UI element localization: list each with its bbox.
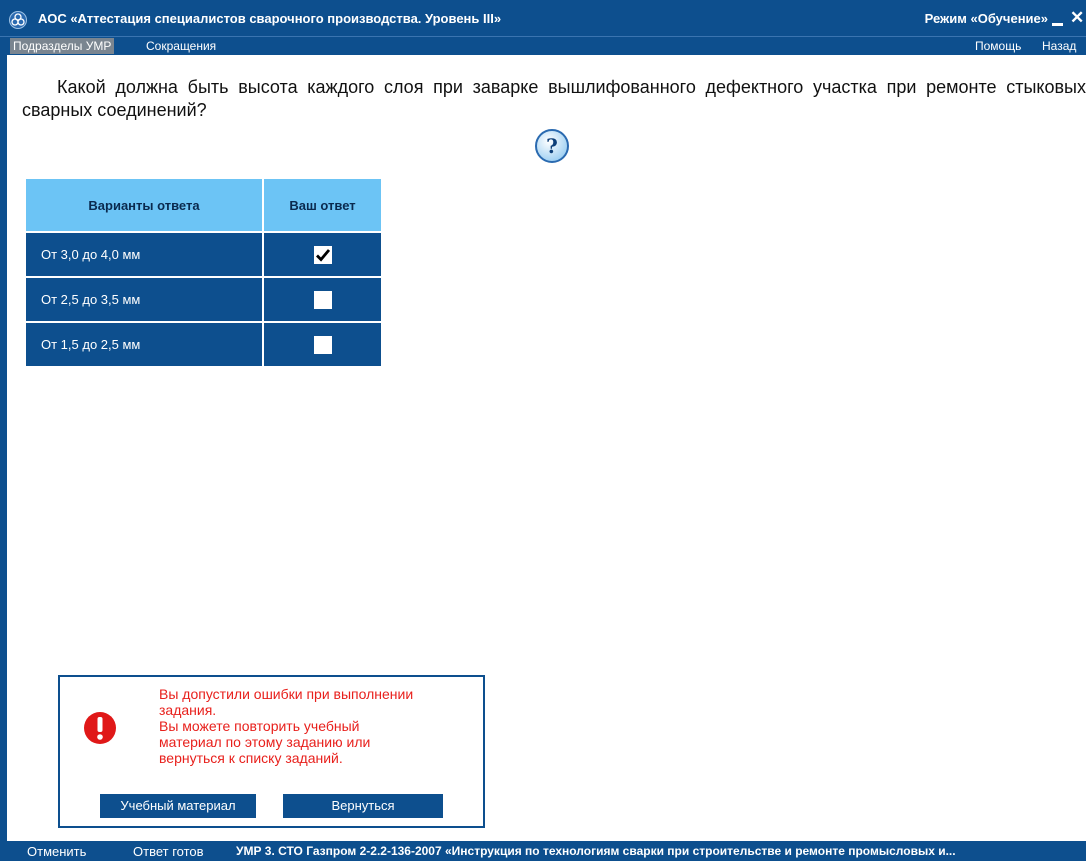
window-title: АОС «Аттестация специалистов сварочного … — [38, 11, 502, 26]
status-bar: Отменить Ответ готов УМР 3. СТО Газпром … — [0, 841, 1086, 861]
menu-bar: Подразделы УМР Сокращения Помощь Назад — [0, 36, 1086, 55]
close-icon[interactable]: ✕ — [1070, 9, 1086, 27]
question-text: Какой должна быть высота каждого слоя пр… — [22, 77, 1086, 120]
checkmark-icon — [315, 248, 330, 262]
answer-option-label: От 1,5 до 2,5 мм — [26, 321, 264, 366]
column-header-options: Варианты ответа — [26, 179, 264, 231]
answers-table: Варианты ответа Ваш ответ От 3,0 до 4,0 … — [26, 179, 381, 366]
error-message-line: Вы допустили ошибки при выполнении — [159, 686, 414, 702]
return-button[interactable]: Вернуться — [283, 794, 443, 818]
table-row: От 1,5 до 2,5 мм — [26, 321, 381, 366]
title-bar: АОС «Аттестация специалистов сварочного … — [0, 0, 1086, 36]
table-row: От 3,0 до 4,0 мм — [26, 231, 381, 276]
svg-text:?: ? — [546, 134, 558, 158]
answer-checkbox[interactable] — [313, 335, 332, 354]
status-info-text: УМР 3. СТО Газпром 2-2.2-136-2007 «Инстр… — [236, 844, 956, 858]
exclamation-icon — [83, 711, 117, 745]
cancel-button[interactable]: Отменить — [27, 844, 86, 859]
error-message-line: материал по этому заданию или — [159, 734, 371, 750]
answer-option-label: От 3,0 до 4,0 мм — [26, 231, 264, 276]
error-message-line: Вы можете повторить учебный — [159, 718, 360, 734]
answer-checkbox-checked[interactable] — [313, 245, 332, 264]
menu-item-umr-sections[interactable]: Подразделы УМР — [10, 38, 115, 54]
error-message-line: задания. — [159, 702, 217, 718]
menu-item-back[interactable]: Назад — [1039, 38, 1079, 54]
question-mark-icon[interactable]: ? — [534, 128, 570, 164]
study-material-button[interactable]: Учебный материал — [100, 794, 256, 818]
table-row: От 2,5 до 3,5 мм — [26, 276, 381, 321]
answer-cell — [264, 321, 381, 366]
error-dialog: Вы допустили ошибки при выполнении задан… — [58, 675, 485, 828]
mode-label: Режим «Обучение» — [924, 11, 1048, 26]
menu-item-abbreviations[interactable]: Сокращения — [143, 38, 219, 54]
minimize-icon[interactable] — [1050, 11, 1064, 27]
error-message-line: вернуться к списку заданий. — [159, 750, 343, 766]
error-message: Вы допустили ошибки при выполнении задан… — [159, 686, 469, 766]
column-header-your-answer: Ваш ответ — [264, 179, 381, 231]
answer-checkbox[interactable] — [313, 290, 332, 309]
answer-cell — [264, 231, 381, 276]
app-logo-icon — [9, 11, 27, 29]
answer-ready-button[interactable]: Ответ готов — [133, 844, 204, 859]
menu-item-help[interactable]: Помощь — [972, 38, 1024, 54]
answer-cell — [264, 276, 381, 321]
table-header-row: Варианты ответа Ваш ответ — [26, 179, 381, 231]
answer-option-label: От 2,5 до 3,5 мм — [26, 276, 264, 321]
